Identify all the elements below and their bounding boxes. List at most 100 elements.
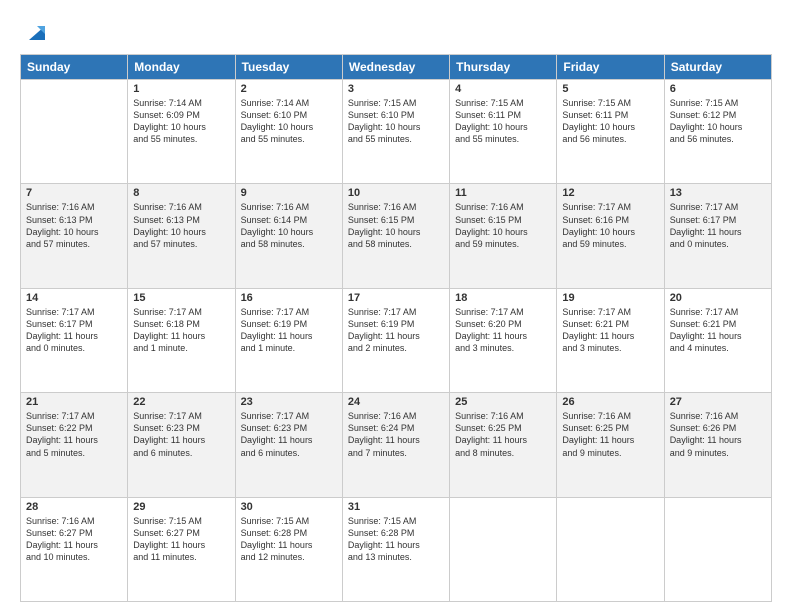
day-number: 12	[562, 187, 658, 199]
day-info: Sunrise: 7:17 AM Sunset: 6:19 PM Dayligh…	[348, 306, 444, 355]
calendar-cell: 21 Sunrise: 7:17 AM Sunset: 6:22 PM Dayli…	[21, 393, 128, 497]
day-info: Sunrise: 7:15 AM Sunset: 6:11 PM Dayligh…	[455, 97, 551, 146]
day-header-saturday: Saturday	[664, 55, 771, 80]
day-number: 24	[348, 396, 444, 408]
calendar-cell: 15Sunrise: 7:17 AM Sunset: 6:18 PM Dayli…	[128, 288, 235, 392]
calendar-cell: 30 Sunrise: 7:15 AM Sunset: 6:28 PM Dayli…	[235, 497, 342, 601]
day-number: 13	[670, 187, 766, 199]
calendar-cell: 6 Sunrise: 7:15 AM Sunset: 6:12 PM Daylig…	[664, 80, 771, 184]
day-number: 5	[562, 83, 658, 95]
calendar-cell	[664, 497, 771, 601]
day-number: 22	[133, 396, 229, 408]
day-number: 30	[241, 501, 337, 513]
day-number: 8	[133, 187, 229, 199]
calendar-cell: 12 Sunrise: 7:17 AM Sunset: 6:16 PM Dayli…	[557, 184, 664, 288]
day-header-wednesday: Wednesday	[342, 55, 449, 80]
calendar-cell: 19Sunrise: 7:17 AM Sunset: 6:21 PM Dayli…	[557, 288, 664, 392]
day-info: Sunrise: 7:17 AM Sunset: 6:23 PM Dayligh…	[241, 410, 337, 459]
calendar-cell	[21, 80, 128, 184]
day-number: 7	[26, 187, 122, 199]
calendar-cell: 25Sunrise: 7:16 AM Sunset: 6:25 PM Dayli…	[450, 393, 557, 497]
day-number: 4	[455, 83, 551, 95]
calendar-week-4: 21 Sunrise: 7:17 AM Sunset: 6:22 PM Dayli…	[21, 393, 772, 497]
calendar-cell: 11Sunrise: 7:16 AM Sunset: 6:15 PM Dayli…	[450, 184, 557, 288]
day-info: Sunrise: 7:16 AM Sunset: 6:15 PM Dayligh…	[348, 201, 444, 250]
calendar-cell: 5 Sunrise: 7:15 AM Sunset: 6:11 PM Daylig…	[557, 80, 664, 184]
day-info: Sunrise: 7:17 AM Sunset: 6:22 PM Dayligh…	[26, 410, 122, 459]
calendar-cell: 16 Sunrise: 7:17 AM Sunset: 6:19 PM Dayli…	[235, 288, 342, 392]
calendar-table: SundayMondayTuesdayWednesdayThursdayFrid…	[20, 54, 772, 602]
day-number: 27	[670, 396, 766, 408]
day-number: 15	[133, 292, 229, 304]
day-number: 28	[26, 501, 122, 513]
logo-icon	[23, 18, 51, 46]
day-number: 23	[241, 396, 337, 408]
day-info: Sunrise: 7:17 AM Sunset: 6:16 PM Dayligh…	[562, 201, 658, 250]
calendar-cell: 23 Sunrise: 7:17 AM Sunset: 6:23 PM Dayli…	[235, 393, 342, 497]
day-number: 26	[562, 396, 658, 408]
calendar-cell: 13 Sunrise: 7:17 AM Sunset: 6:17 PM Dayli…	[664, 184, 771, 288]
day-info: Sunrise: 7:15 AM Sunset: 6:12 PM Dayligh…	[670, 97, 766, 146]
calendar-cell	[450, 497, 557, 601]
calendar-cell: 26Sunrise: 7:16 AM Sunset: 6:25 PM Dayli…	[557, 393, 664, 497]
day-number: 9	[241, 187, 337, 199]
day-header-tuesday: Tuesday	[235, 55, 342, 80]
header	[20, 18, 772, 46]
day-info: Sunrise: 7:17 AM Sunset: 6:21 PM Dayligh…	[670, 306, 766, 355]
calendar-cell: 28 Sunrise: 7:16 AM Sunset: 6:27 PM Dayli…	[21, 497, 128, 601]
day-info: Sunrise: 7:15 AM Sunset: 6:11 PM Dayligh…	[562, 97, 658, 146]
day-info: Sunrise: 7:16 AM Sunset: 6:27 PM Dayligh…	[26, 515, 122, 564]
calendar-week-2: 7 Sunrise: 7:16 AM Sunset: 6:13 PM Daylig…	[21, 184, 772, 288]
calendar-cell: 1 Sunrise: 7:14 AM Sunset: 6:09 PM Daylig…	[128, 80, 235, 184]
day-number: 1	[133, 83, 229, 95]
calendar-cell: 2Sunrise: 7:14 AM Sunset: 6:10 PM Daylig…	[235, 80, 342, 184]
day-info: Sunrise: 7:15 AM Sunset: 6:28 PM Dayligh…	[241, 515, 337, 564]
calendar-cell: 29Sunrise: 7:15 AM Sunset: 6:27 PM Dayli…	[128, 497, 235, 601]
day-info: Sunrise: 7:17 AM Sunset: 6:20 PM Dayligh…	[455, 306, 551, 355]
day-number: 19	[562, 292, 658, 304]
calendar-header-row: SundayMondayTuesdayWednesdayThursdayFrid…	[21, 55, 772, 80]
day-number: 11	[455, 187, 551, 199]
calendar-week-1: 1 Sunrise: 7:14 AM Sunset: 6:09 PM Daylig…	[21, 80, 772, 184]
day-number: 25	[455, 396, 551, 408]
day-number: 20	[670, 292, 766, 304]
day-info: Sunrise: 7:14 AM Sunset: 6:09 PM Dayligh…	[133, 97, 229, 146]
calendar-cell: 24 Sunrise: 7:16 AM Sunset: 6:24 PM Dayli…	[342, 393, 449, 497]
day-number: 18	[455, 292, 551, 304]
calendar-cell: 7 Sunrise: 7:16 AM Sunset: 6:13 PM Daylig…	[21, 184, 128, 288]
logo	[20, 18, 51, 46]
day-header-thursday: Thursday	[450, 55, 557, 80]
day-info: Sunrise: 7:17 AM Sunset: 6:19 PM Dayligh…	[241, 306, 337, 355]
calendar-cell: 22 Sunrise: 7:17 AM Sunset: 6:23 PM Dayli…	[128, 393, 235, 497]
calendar-cell: 17 Sunrise: 7:17 AM Sunset: 6:19 PM Dayli…	[342, 288, 449, 392]
day-header-sunday: Sunday	[21, 55, 128, 80]
day-info: Sunrise: 7:14 AM Sunset: 6:10 PM Dayligh…	[241, 97, 337, 146]
day-info: Sunrise: 7:17 AM Sunset: 6:17 PM Dayligh…	[670, 201, 766, 250]
day-number: 21	[26, 396, 122, 408]
day-info: Sunrise: 7:15 AM Sunset: 6:10 PM Dayligh…	[348, 97, 444, 146]
day-number: 17	[348, 292, 444, 304]
calendar-week-5: 28 Sunrise: 7:16 AM Sunset: 6:27 PM Dayli…	[21, 497, 772, 601]
day-info: Sunrise: 7:16 AM Sunset: 6:13 PM Dayligh…	[26, 201, 122, 250]
day-number: 16	[241, 292, 337, 304]
calendar-page: SundayMondayTuesdayWednesdayThursdayFrid…	[0, 0, 792, 612]
calendar-cell: 8Sunrise: 7:16 AM Sunset: 6:13 PM Daylig…	[128, 184, 235, 288]
day-number: 10	[348, 187, 444, 199]
calendar-cell: 27 Sunrise: 7:16 AM Sunset: 6:26 PM Dayli…	[664, 393, 771, 497]
calendar-cell: 18 Sunrise: 7:17 AM Sunset: 6:20 PM Dayli…	[450, 288, 557, 392]
day-header-friday: Friday	[557, 55, 664, 80]
day-header-monday: Monday	[128, 55, 235, 80]
day-info: Sunrise: 7:16 AM Sunset: 6:24 PM Dayligh…	[348, 410, 444, 459]
day-number: 6	[670, 83, 766, 95]
day-info: Sunrise: 7:16 AM Sunset: 6:26 PM Dayligh…	[670, 410, 766, 459]
calendar-cell: 14Sunrise: 7:17 AM Sunset: 6:17 PM Dayli…	[21, 288, 128, 392]
day-info: Sunrise: 7:15 AM Sunset: 6:28 PM Dayligh…	[348, 515, 444, 564]
day-number: 31	[348, 501, 444, 513]
day-info: Sunrise: 7:16 AM Sunset: 6:14 PM Dayligh…	[241, 201, 337, 250]
calendar-week-3: 14Sunrise: 7:17 AM Sunset: 6:17 PM Dayli…	[21, 288, 772, 392]
calendar-cell: 20 Sunrise: 7:17 AM Sunset: 6:21 PM Dayli…	[664, 288, 771, 392]
day-info: Sunrise: 7:17 AM Sunset: 6:23 PM Dayligh…	[133, 410, 229, 459]
day-number: 3	[348, 83, 444, 95]
calendar-cell: 3 Sunrise: 7:15 AM Sunset: 6:10 PM Daylig…	[342, 80, 449, 184]
day-number: 14	[26, 292, 122, 304]
